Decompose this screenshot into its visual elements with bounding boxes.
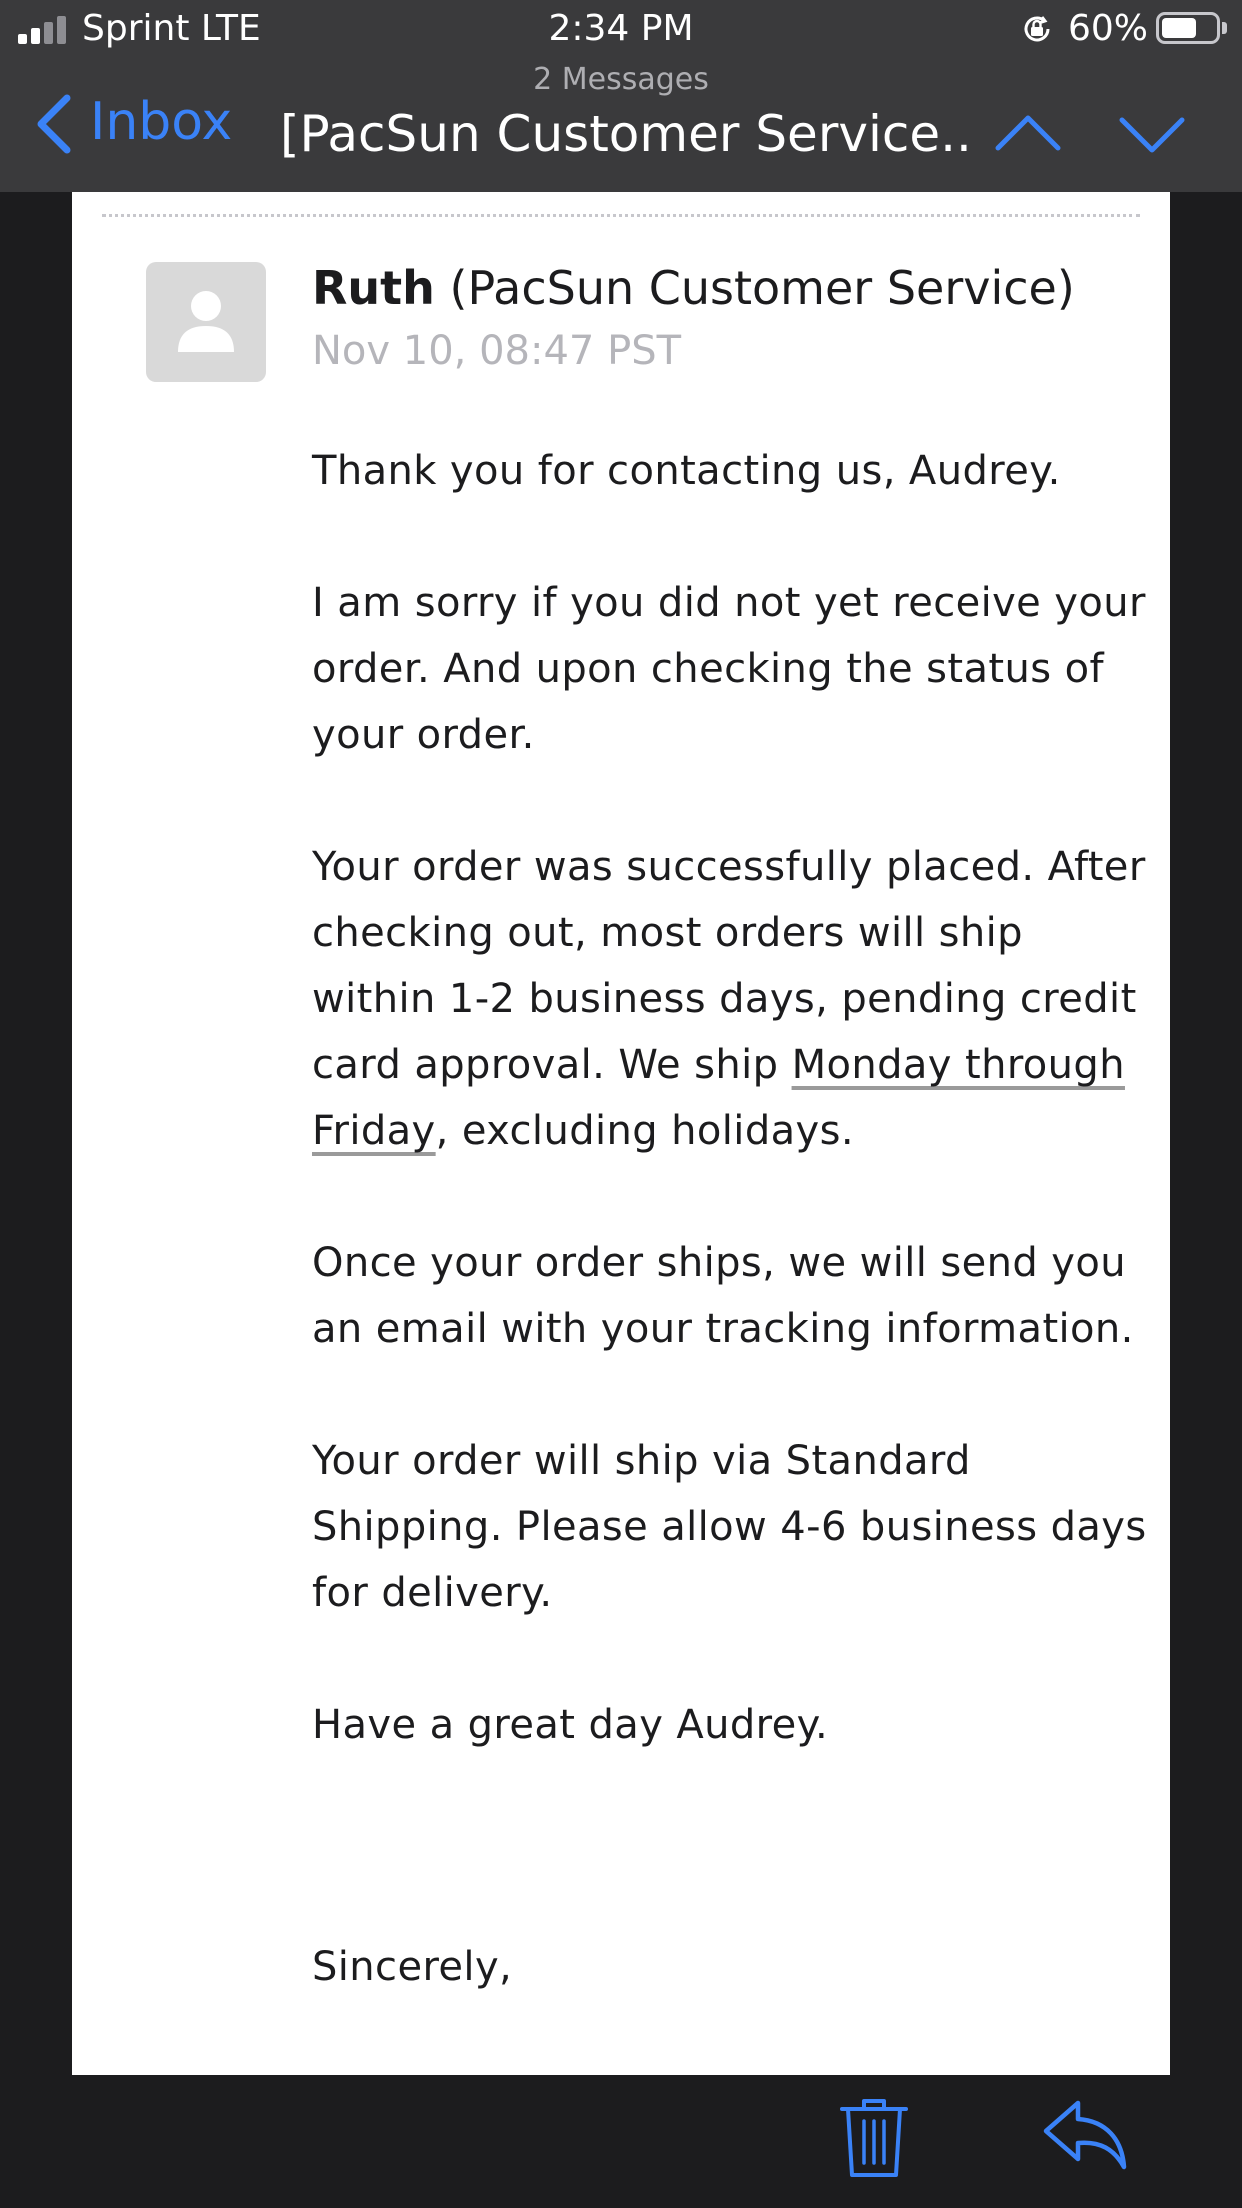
previous-message-button[interactable] [994, 100, 1062, 168]
chevron-left-icon [37, 94, 71, 154]
avatar [146, 262, 266, 382]
body-paragraph: Once your order ships, we will send you … [312, 1240, 1134, 1352]
sender-organization: (PacSun Customer Service) [449, 261, 1075, 315]
message-divider [102, 214, 1140, 217]
body-paragraph: I am sorry if you did not yet receive yo… [312, 580, 1146, 758]
battery-percent: 60% [1068, 8, 1149, 49]
nav-bar: Inbox 2 Messages [PacSun Customer Servic… [0, 58, 1242, 192]
sender-name: Ruth [312, 261, 435, 315]
reply-icon[interactable] [1042, 2097, 1128, 2173]
body-signoff: Sincerely, [312, 1944, 513, 1990]
sender-line[interactable]: Ruth (PacSun Customer Service) [312, 258, 1075, 318]
status-time: 2:34 PM [548, 8, 694, 49]
body-greeting: Thank you for contacting us, Audrey. [312, 448, 1061, 494]
body-paragraph-shipping: Your order was successfully placed. Afte… [312, 834, 1152, 1164]
body-paragraph: Your order will ship via Standard Shippi… [312, 1438, 1147, 1616]
bottom-toolbar [0, 2075, 1242, 2208]
message-count: 2 Messages [533, 62, 709, 97]
next-message-button[interactable] [1118, 100, 1186, 168]
battery-tip [1222, 22, 1227, 34]
person-icon [178, 291, 234, 352]
body-closing: Have a great day Audrey. [312, 1702, 829, 1748]
status-bar: Sprint LTE 2:34 PM 60% [0, 0, 1242, 58]
body-text-segment: , excluding holidays. [435, 1108, 854, 1154]
message-body: Thank you for contacting us, Audrey. I a… [312, 438, 1152, 2000]
battery-icon [1156, 12, 1220, 44]
back-label: Inbox [90, 92, 233, 152]
orientation-lock-icon [1024, 16, 1050, 42]
thread-title: [PacSun Customer Service... [280, 105, 970, 163]
message-date: Nov 10, 08:47 PST [312, 328, 682, 374]
message-card[interactable]: Ruth (PacSun Customer Service) Nov 10, 0… [72, 192, 1170, 2075]
trash-icon[interactable] [838, 2095, 910, 2179]
